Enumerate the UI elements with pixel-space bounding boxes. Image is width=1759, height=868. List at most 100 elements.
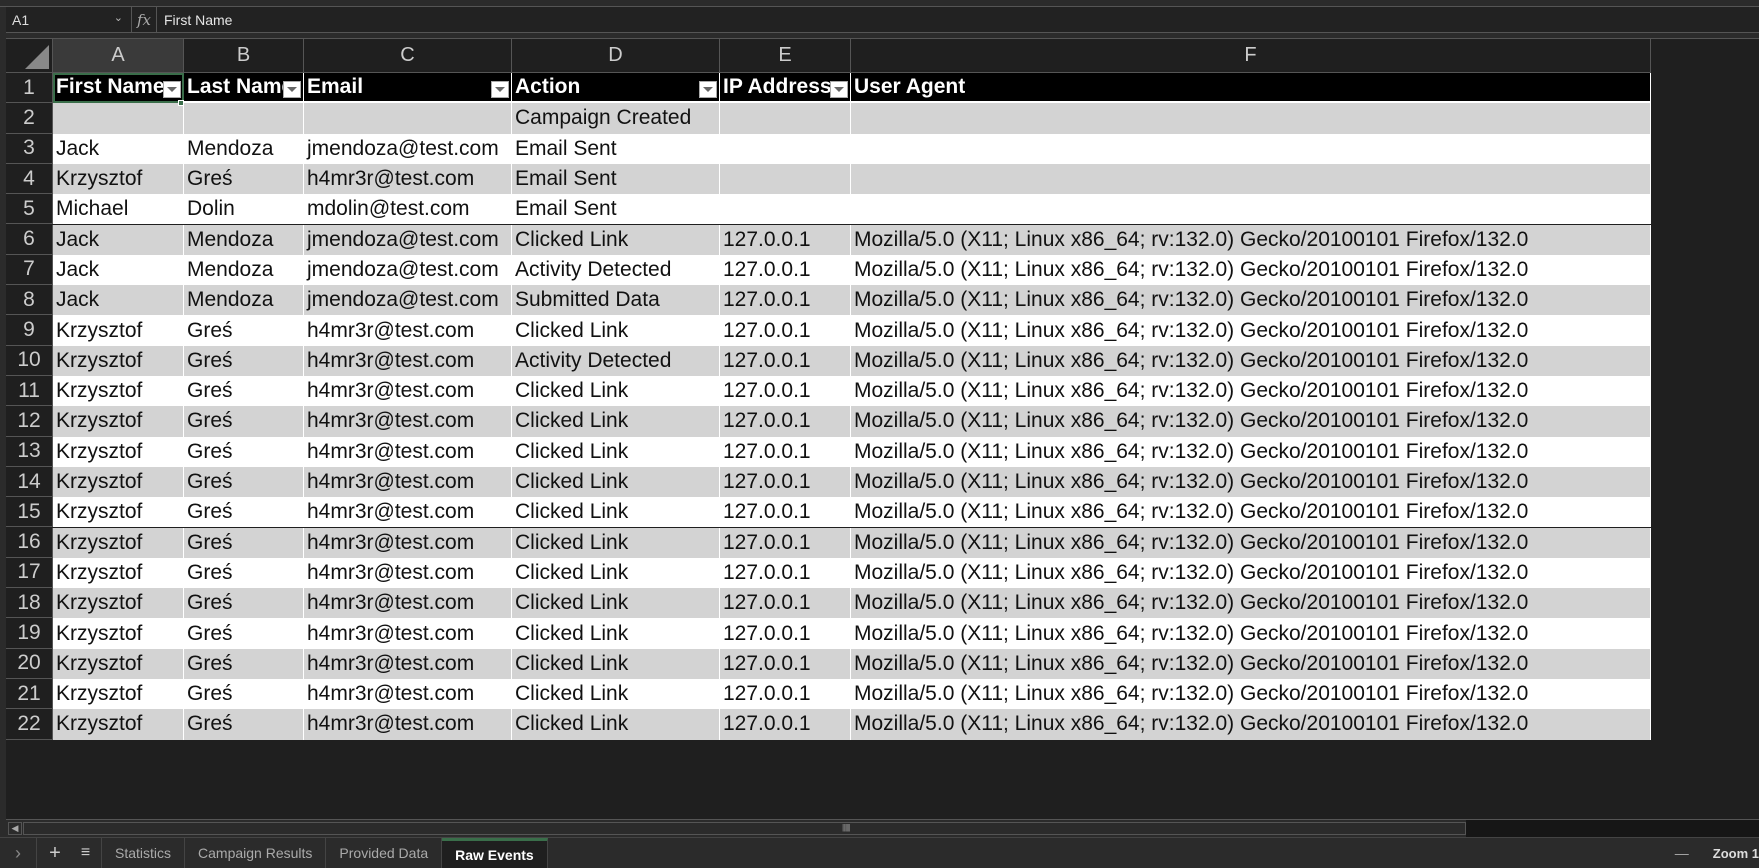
cell-b3[interactable]: Mendoza xyxy=(184,133,304,164)
header-cell[interactable]: IP Address xyxy=(720,73,851,104)
cell-f13[interactable]: Mozilla/5.0 (X11; Linux x86_64; rv:132.0… xyxy=(851,436,1651,467)
row-header[interactable]: 21 xyxy=(6,679,53,710)
row-header[interactable]: 4 xyxy=(6,163,53,195)
cell-b17[interactable]: Greś xyxy=(184,557,304,589)
header-cell[interactable]: Last Name xyxy=(184,73,304,104)
cell-c22[interactable]: h4mr3r@test.com xyxy=(304,709,512,740)
chevron-right-icon[interactable]: › xyxy=(0,838,37,868)
cell-f15[interactable]: Mozilla/5.0 (X11; Linux x86_64; rv:132.0… xyxy=(851,497,1651,528)
cell-f21[interactable]: Mozilla/5.0 (X11; Linux x86_64; rv:132.0… xyxy=(851,679,1651,710)
filter-dropdown-icon[interactable] xyxy=(699,81,717,99)
chevron-down-icon[interactable]: ⌄ xyxy=(114,11,123,24)
cell-e8[interactable]: 127.0.0.1 xyxy=(720,285,851,316)
name-box[interactable]: A1 ⌄ xyxy=(6,7,132,32)
cell-e18[interactable]: 127.0.0.1 xyxy=(720,588,851,619)
cell-a14[interactable]: Krzysztof xyxy=(53,466,184,498)
row-header[interactable]: 18 xyxy=(6,588,53,619)
row-header[interactable]: 17 xyxy=(6,557,53,589)
cell-b6[interactable]: Mendoza xyxy=(184,224,304,255)
cell-d11[interactable]: Clicked Link xyxy=(512,376,720,407)
cell-f6[interactable]: Mozilla/5.0 (X11; Linux x86_64; rv:132.0… xyxy=(851,224,1651,255)
cell-b22[interactable]: Greś xyxy=(184,709,304,740)
cell-b15[interactable]: Greś xyxy=(184,497,304,528)
row-header[interactable]: 3 xyxy=(6,133,53,164)
cell-b11[interactable]: Greś xyxy=(184,376,304,407)
header-cell[interactable]: Action xyxy=(512,73,720,104)
cell-b8[interactable]: Mendoza xyxy=(184,285,304,316)
select-all-corner[interactable] xyxy=(6,39,53,73)
cell-d8[interactable]: Submitted Data xyxy=(512,285,720,316)
cell-c21[interactable]: h4mr3r@test.com xyxy=(304,679,512,710)
cell-d16[interactable]: Clicked Link xyxy=(512,527,720,558)
cell-b2[interactable] xyxy=(184,103,304,134)
cell-d6[interactable]: Clicked Link xyxy=(512,224,720,255)
cell-a3[interactable]: Jack xyxy=(53,133,184,164)
cell-a9[interactable]: Krzysztof xyxy=(53,315,184,346)
cell-a20[interactable]: Krzysztof xyxy=(53,648,184,679)
column-header-a[interactable]: A xyxy=(53,39,184,73)
cell-f16[interactable]: Mozilla/5.0 (X11; Linux x86_64; rv:132.0… xyxy=(851,527,1651,558)
cell-c3[interactable]: jmendoza@test.com xyxy=(304,133,512,164)
cell-a5[interactable]: Michael xyxy=(53,194,184,225)
list-icon[interactable]: ≡ xyxy=(70,838,102,868)
cell-d10[interactable]: Activity Detected xyxy=(512,345,720,376)
cell-f20[interactable]: Mozilla/5.0 (X11; Linux x86_64; rv:132.0… xyxy=(851,648,1651,679)
cell-a18[interactable]: Krzysztof xyxy=(53,588,184,619)
cell-a19[interactable]: Krzysztof xyxy=(53,618,184,649)
cell-c13[interactable]: h4mr3r@test.com xyxy=(304,436,512,467)
filter-dropdown-icon[interactable] xyxy=(830,81,848,99)
cell-f2[interactable] xyxy=(851,103,1651,134)
cell-d13[interactable]: Clicked Link xyxy=(512,436,720,467)
cell-e10[interactable]: 127.0.0.1 xyxy=(720,345,851,376)
cell-a15[interactable]: Krzysztof xyxy=(53,497,184,528)
cell-b16[interactable]: Greś xyxy=(184,527,304,558)
scrollbar-grip[interactable]: ||||||| xyxy=(842,823,850,832)
cell-e11[interactable]: 127.0.0.1 xyxy=(720,376,851,407)
cell-e3[interactable] xyxy=(720,133,851,164)
function-icon[interactable]: fx xyxy=(132,7,157,32)
cell-d9[interactable]: Clicked Link xyxy=(512,315,720,346)
cell-e2[interactable] xyxy=(720,103,851,134)
cell-e14[interactable]: 127.0.0.1 xyxy=(720,466,851,498)
sheet-tab-campaign-results[interactable]: Campaign Results xyxy=(185,838,327,868)
cell-d19[interactable]: Clicked Link xyxy=(512,618,720,649)
cell-e5[interactable] xyxy=(720,194,851,225)
cell-f5[interactable] xyxy=(851,194,1651,225)
row-header[interactable]: 8 xyxy=(6,285,53,316)
cell-d18[interactable]: Clicked Link xyxy=(512,588,720,619)
cell-c7[interactable]: jmendoza@test.com xyxy=(304,254,512,286)
cell-c20[interactable]: h4mr3r@test.com xyxy=(304,648,512,679)
cell-b13[interactable]: Greś xyxy=(184,436,304,467)
cell-b9[interactable]: Greś xyxy=(184,315,304,346)
cell-d5[interactable]: Email Sent xyxy=(512,194,720,225)
cell-a21[interactable]: Krzysztof xyxy=(53,679,184,710)
cell-a12[interactable]: Krzysztof xyxy=(53,406,184,437)
header-cell[interactable]: User Agent xyxy=(851,73,1651,104)
cell-d12[interactable]: Clicked Link xyxy=(512,406,720,437)
cell-f18[interactable]: Mozilla/5.0 (X11; Linux x86_64; rv:132.0… xyxy=(851,588,1651,619)
cell-e4[interactable] xyxy=(720,163,851,195)
sheet-tab-statistics[interactable]: Statistics xyxy=(102,838,186,868)
header-cell[interactable]: Email xyxy=(304,73,512,104)
column-header-b[interactable]: B xyxy=(184,39,304,73)
cell-e16[interactable]: 127.0.0.1 xyxy=(720,527,851,558)
cell-b19[interactable]: Greś xyxy=(184,618,304,649)
formula-input[interactable]: First Name xyxy=(157,12,232,28)
cell-c17[interactable]: h4mr3r@test.com xyxy=(304,557,512,589)
cell-f19[interactable]: Mozilla/5.0 (X11; Linux x86_64; rv:132.0… xyxy=(851,618,1651,649)
cell-d17[interactable]: Clicked Link xyxy=(512,557,720,589)
fill-handle[interactable] xyxy=(178,100,184,107)
cell-a8[interactable]: Jack xyxy=(53,285,184,316)
cell-f17[interactable]: Mozilla/5.0 (X11; Linux x86_64; rv:132.0… xyxy=(851,557,1651,589)
cell-c6[interactable]: jmendoza@test.com xyxy=(304,224,512,255)
cell-b5[interactable]: Dolin xyxy=(184,194,304,225)
cell-a6[interactable]: Jack xyxy=(53,224,184,255)
cell-a17[interactable]: Krzysztof xyxy=(53,557,184,589)
row-header[interactable]: 5 xyxy=(6,194,53,225)
cell-f14[interactable]: Mozilla/5.0 (X11; Linux x86_64; rv:132.0… xyxy=(851,466,1651,498)
column-header-d[interactable]: D xyxy=(512,39,720,73)
row-header[interactable]: 14 xyxy=(6,466,53,498)
cell-c5[interactable]: mdolin@test.com xyxy=(304,194,512,225)
column-header-c[interactable]: C xyxy=(304,39,512,73)
cell-c4[interactable]: h4mr3r@test.com xyxy=(304,163,512,195)
